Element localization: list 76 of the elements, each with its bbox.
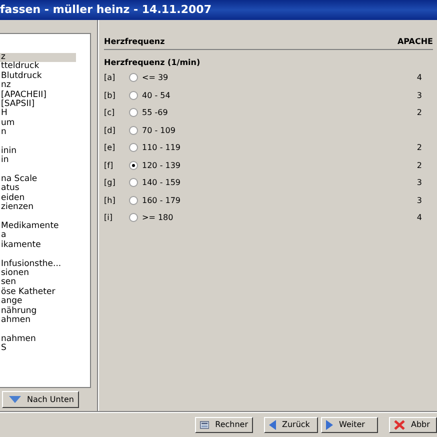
navigation-item[interactable]: [APACHEII] [0, 90, 76, 100]
back-button[interactable]: Zurück [264, 416, 318, 432]
calculator-button[interactable]: Rechner [195, 416, 253, 432]
navigation-item[interactable]: n [0, 128, 76, 138]
close-icon [394, 420, 405, 430]
navigation-item[interactable]: Infusionsthe... [0, 260, 76, 269]
radio-button[interactable] [129, 143, 138, 152]
navigation-item[interactable]: H [0, 109, 76, 119]
radio-button[interactable] [129, 108, 138, 118]
column-header: APACHE [397, 36, 433, 46]
score-value: 3 [416, 178, 423, 188]
option-label: <= 39 [142, 73, 170, 82]
navigation-item[interactable]: eiden [0, 194, 76, 204]
radio-button[interactable] [129, 73, 138, 82]
option-label: 40 - 54 [142, 90, 172, 100]
navigation-item[interactable]: inin [0, 146, 76, 156]
option-label: 140 - 159 [142, 178, 182, 188]
score-value: 4 [416, 73, 423, 82]
option-key: [e] [104, 143, 129, 152]
option-label: 70 - 109 [142, 126, 176, 135]
navigation-item[interactable]: ikamente [0, 240, 76, 250]
cancel-button[interactable]: Abbr [389, 416, 437, 432]
navigation-item[interactable]: nährung [0, 306, 76, 316]
score-value: 4 [416, 213, 423, 222]
option-label: 110 - 119 [142, 143, 182, 152]
score-value: 2 [416, 160, 423, 170]
calculator-icon [200, 420, 210, 430]
radio-button[interactable] [129, 178, 138, 188]
score-value: 2 [416, 143, 423, 152]
radio-button[interactable] [129, 126, 138, 135]
radio-button[interactable] [129, 213, 138, 222]
down-arrow-icon [9, 396, 21, 403]
next-button[interactable]: Weiter [321, 416, 378, 432]
navigation-item[interactable]: na Scale [0, 175, 76, 184]
navigation-item[interactable]: Blutdruck [0, 72, 76, 82]
option-label: 120 - 139 [142, 160, 182, 170]
question-label: Herzfrequenz (1/min) [104, 57, 202, 69]
down-button[interactable]: Nach Unten [2, 391, 79, 408]
navigation-item[interactable]: zienzen [0, 203, 76, 213]
navigation-item[interactable]: um [0, 118, 76, 128]
navigation-item[interactable]: öse Katheter [0, 288, 76, 298]
option-key: [g] [104, 178, 129, 188]
navigation-item[interactable]: Medikamente [0, 222, 76, 232]
navigation-item[interactable]: a [0, 231, 76, 241]
navigation-item[interactable]: [SAPSII] [0, 100, 76, 110]
window-title: fassen - müller heinz - 14.11.2007 [0, 2, 212, 18]
navigation-item[interactable]: nahmen [0, 334, 76, 344]
navigation-item[interactable]: sen [0, 278, 76, 288]
radio-button[interactable] [129, 160, 138, 170]
option-key: [h] [104, 196, 129, 205]
navigation-item[interactable]: atus [0, 184, 76, 194]
score-value: 3 [416, 196, 423, 205]
navigation-item[interactable]: nz [0, 81, 76, 91]
right-arrow-icon [326, 420, 333, 430]
navigation-item[interactable]: z [0, 53, 76, 62]
option-key: [f] [104, 160, 129, 170]
radio-button[interactable] [129, 196, 138, 205]
score-value: 3 [416, 90, 423, 100]
navigation-item[interactable]: ange [0, 297, 76, 307]
option-key: [b] [104, 90, 129, 100]
score-value: 2 [416, 108, 423, 118]
navigation-item[interactable]: tteldruck [0, 62, 76, 72]
option-label: >= 180 [142, 213, 174, 222]
navigation-item[interactable]: ahmen [0, 316, 76, 326]
navigation-item[interactable]: in [0, 156, 76, 166]
option-key: [i] [104, 213, 129, 222]
option-label: 160 - 179 [142, 196, 182, 205]
option-key: [c] [104, 108, 129, 118]
left-arrow-icon [269, 420, 276, 430]
navigation-item[interactable]: S [0, 344, 76, 354]
option-key: [a] [104, 73, 129, 82]
navigation-item[interactable]: sionen [0, 268, 76, 278]
option-label: 55 -69 [142, 108, 169, 118]
section-title: Herzfrequenz [104, 36, 165, 46]
option-key: [d] [104, 126, 129, 135]
radio-button[interactable] [129, 90, 138, 100]
